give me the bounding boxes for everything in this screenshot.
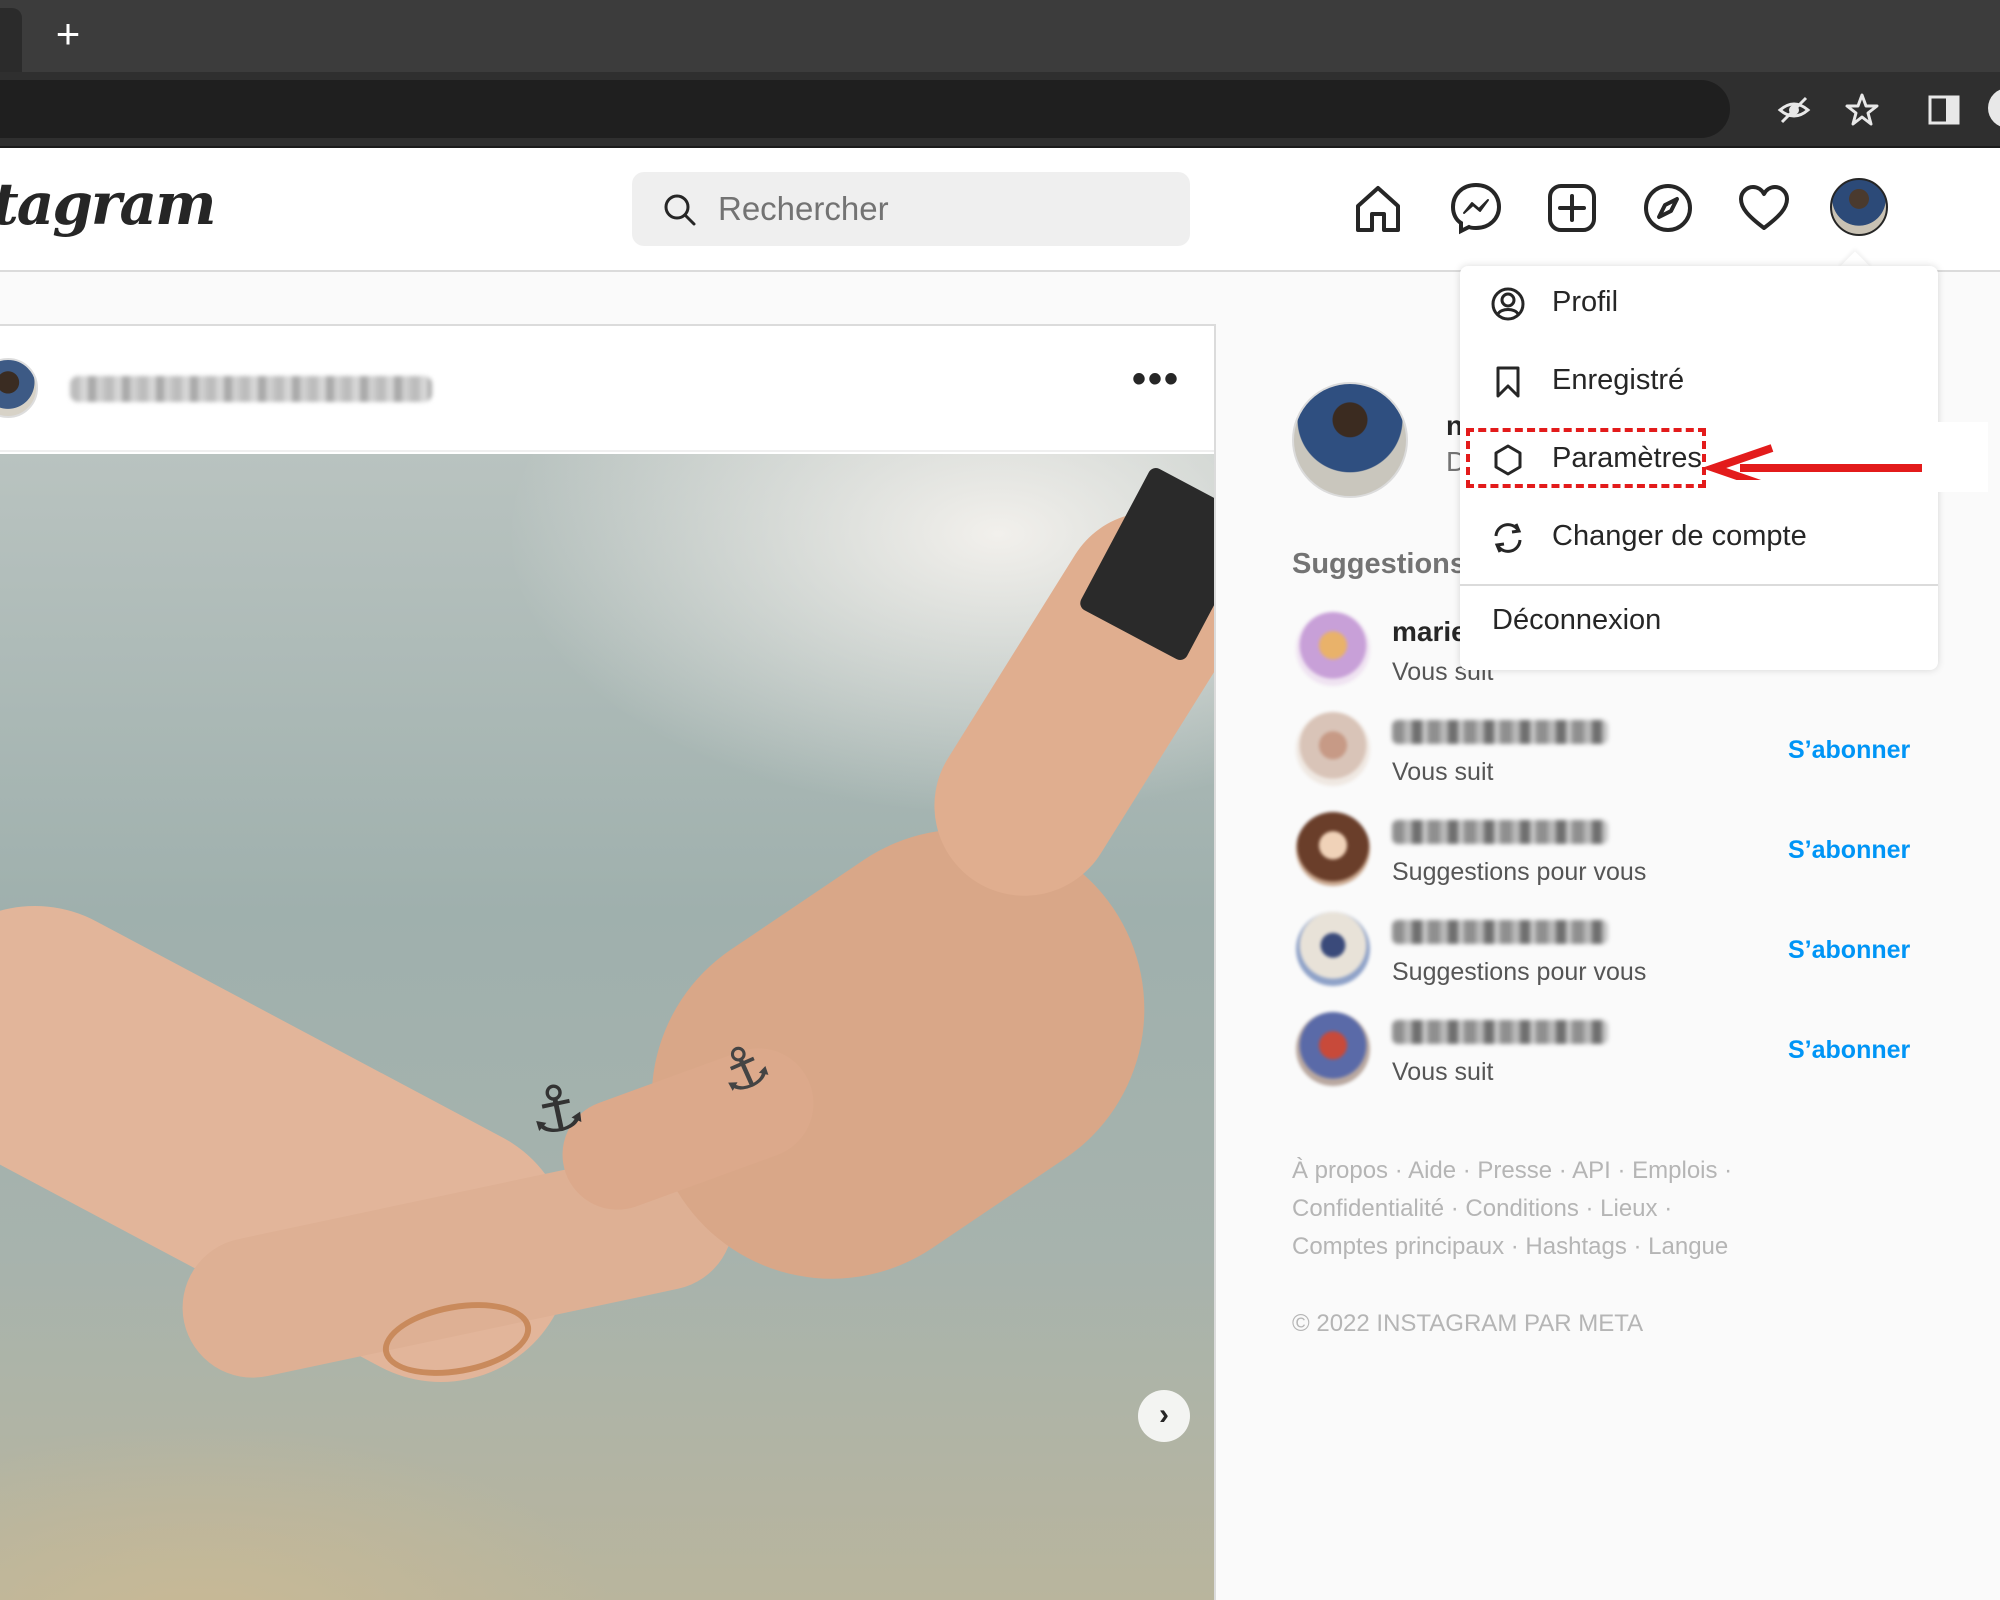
search-box[interactable] — [632, 172, 1190, 246]
annotation-arrow-icon — [1701, 444, 1922, 480]
menu-item-label: Enregistré — [1552, 364, 1685, 396]
suggestion-row: Suggestions pour vous S’abonner — [1292, 812, 1912, 892]
suggestion-sub: Suggestions pour vous — [1392, 958, 1647, 986]
menu-item-label: Profil — [1552, 286, 1619, 318]
browser-toolbar — [0, 72, 2000, 148]
explore-icon[interactable] — [1640, 180, 1696, 236]
post-photo[interactable]: ⚓ ⚓ › — [0, 454, 1214, 1600]
browser-tab[interactable] — [0, 8, 22, 72]
activity-heart-icon[interactable] — [1736, 180, 1792, 236]
footer-link-line[interactable]: À propos · Aide · Presse · API · Emplois… — [1292, 1152, 1772, 1190]
suggestion-sub: Suggestions pour vous — [1392, 858, 1647, 886]
menu-item-enregistre[interactable]: Enregistré — [1460, 344, 1938, 420]
suggestion-name-blurred[interactable] — [1392, 720, 1608, 744]
suggestion-name-blurred[interactable] — [1392, 920, 1608, 944]
anchor-tattoo-icon: ⚓ — [521, 1067, 593, 1151]
annotation-highlight-box — [1466, 428, 1706, 488]
new-post-icon[interactable] — [1544, 180, 1600, 236]
home-icon[interactable] — [1350, 180, 1406, 236]
new-tab-button[interactable]: + — [46, 13, 90, 58]
more-options-icon[interactable]: ••• — [1132, 359, 1180, 412]
feed-post: ••• ⚓ ⚓ › — [0, 324, 1216, 1600]
suggestion-avatar[interactable] — [1296, 612, 1370, 686]
search-icon — [664, 194, 696, 226]
suggestion-avatar[interactable] — [1296, 712, 1370, 786]
post-header: ••• — [0, 326, 1214, 452]
suggestion-row: Suggestions pour vous S’abonner — [1292, 912, 1912, 992]
suggestion-avatar[interactable] — [1296, 912, 1370, 986]
follow-button[interactable]: S’abonner — [1788, 1036, 1910, 1065]
follow-button[interactable]: S’abonner — [1788, 836, 1910, 865]
suggestion-row: Vous suit S’abonner — [1292, 712, 1912, 792]
suggestion-sub: Vous suit — [1392, 758, 1494, 786]
messenger-icon[interactable] — [1448, 180, 1504, 236]
suggestion-name-blurred[interactable] — [1392, 1020, 1608, 1044]
post-author-name-blurred[interactable] — [70, 376, 432, 402]
suggestion-avatar[interactable] — [1296, 812, 1370, 886]
menu-item-changer-de-compte[interactable]: Changer de compte — [1460, 500, 1938, 576]
suggestion-name-blurred[interactable] — [1392, 820, 1608, 844]
instagram-header: tagram — [0, 148, 2000, 272]
footer-link-line[interactable]: Comptes principaux · Hashtags · Langue — [1292, 1228, 1772, 1266]
bookmark-icon — [1496, 366, 1520, 398]
footer-link-line[interactable]: Confidentialité · Conditions · Lieux · — [1292, 1190, 1772, 1228]
eye-off-icon[interactable] — [1776, 92, 1812, 128]
follow-button[interactable]: S’abonner — [1788, 936, 1910, 965]
profile-circle-icon — [1491, 287, 1525, 321]
star-bookmark-icon[interactable] — [1844, 92, 1880, 128]
suggestion-sub: Vous suit — [1392, 1058, 1494, 1086]
search-input[interactable] — [718, 172, 1158, 246]
suggestion-avatar[interactable] — [1296, 1012, 1370, 1086]
menu-item-profil[interactable]: Profil — [1460, 266, 1938, 342]
side-panel-icon[interactable] — [1926, 92, 1962, 128]
suggestions-title: Suggestions — [1292, 548, 1467, 580]
post-author-avatar[interactable] — [0, 358, 38, 418]
instagram-logo[interactable]: tagram — [0, 170, 216, 238]
menu-divider — [1460, 584, 1938, 586]
profile-avatar[interactable] — [1830, 178, 1888, 236]
logout-button[interactable]: Déconnexion — [1492, 604, 1661, 637]
current-user-avatar[interactable] — [1292, 382, 1408, 498]
menu-item-label: Changer de compte — [1552, 520, 1807, 552]
browser-profile-icon[interactable] — [1988, 88, 2000, 128]
switch-account-icon — [1494, 523, 1522, 553]
browser-tab-bar: + — [0, 0, 2000, 72]
next-photo-button[interactable]: › — [1138, 1390, 1190, 1442]
address-bar[interactable] — [0, 80, 1730, 138]
follow-button[interactable]: S’abonner — [1788, 736, 1910, 765]
copyright: © 2022 INSTAGRAM PAR META — [1292, 1310, 1644, 1337]
suggestion-row: Vous suit S’abonner — [1292, 1012, 1912, 1092]
suggestion-name[interactable]: marie — [1392, 616, 1467, 648]
footer-links: À propos · Aide · Presse · API · Emplois… — [1292, 1152, 1772, 1266]
